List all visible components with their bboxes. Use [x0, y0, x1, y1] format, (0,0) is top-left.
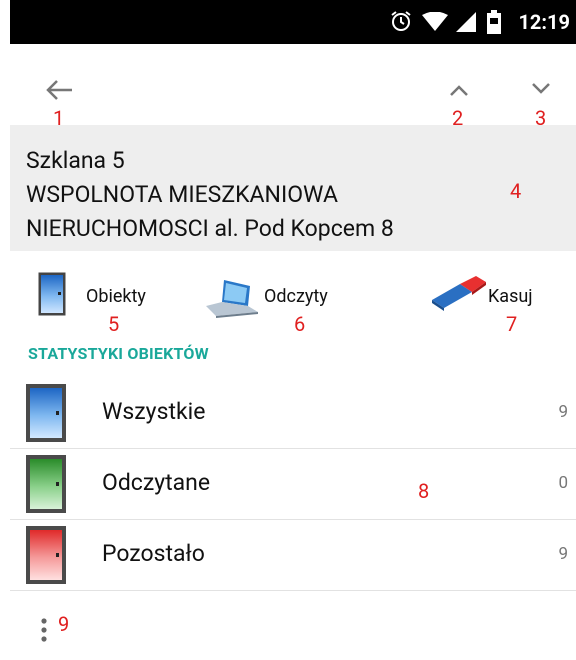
- objects-button[interactable]: Obiekty 5: [38, 266, 178, 336]
- more-vert-icon[interactable]: [36, 616, 52, 648]
- laptop-icon: [206, 280, 258, 318]
- row-count: 9: [558, 544, 568, 564]
- header-line-3: NIERUCHOMOSCI al. Pod Kopcem 8: [26, 215, 394, 242]
- status-bar: 12:19: [10, 0, 576, 44]
- signal-icon: [456, 12, 476, 32]
- annotation-5: 5: [108, 312, 120, 336]
- eraser-icon: [432, 276, 486, 311]
- door-blue-icon: [38, 272, 66, 316]
- chevron-down-icon[interactable]: [530, 80, 552, 96]
- annotation-8: 8: [418, 479, 430, 503]
- row-label: Odczytane: [102, 469, 211, 496]
- wifi-icon: [422, 12, 448, 31]
- door-green-icon: [26, 455, 66, 513]
- clear-label: Kasuj: [488, 286, 533, 307]
- header-line-2: WSPOLNOTA MIESZKANIOWA: [26, 181, 338, 208]
- readings-label: Odczyty: [264, 286, 328, 307]
- battery-icon: [487, 10, 501, 34]
- row-label: Pozostało: [102, 540, 205, 567]
- clear-button[interactable]: Kasuj 7: [430, 266, 550, 336]
- row-count: 9: [558, 402, 568, 422]
- annotation-9: 9: [58, 612, 70, 636]
- back-arrow-icon[interactable]: [44, 78, 74, 102]
- readings-button[interactable]: Odczyty 6: [206, 266, 356, 336]
- annotation-4: 4: [510, 179, 522, 203]
- objects-label: Obiekty: [86, 286, 146, 307]
- door-blue-icon: [26, 384, 66, 442]
- annotation-6: 6: [294, 312, 306, 336]
- door-red-icon: [26, 526, 66, 584]
- chevron-up-icon[interactable]: [448, 82, 470, 98]
- row-label: Wszystkie: [102, 398, 206, 425]
- list-item[interactable]: Pozostało 9: [10, 520, 576, 591]
- object-header[interactable]: Szklana 5 WSPOLNOTA MIESZKANIOWA NIERUCH…: [10, 125, 576, 251]
- header-line-1: Szklana 5: [26, 147, 125, 174]
- list-item[interactable]: Odczytane 0 8: [10, 449, 576, 520]
- row-count: 0: [558, 473, 568, 493]
- section-title: STATYSTYKI OBIEKTÓW: [28, 344, 209, 363]
- alarm-icon: [391, 11, 411, 31]
- status-time: 12:19: [518, 10, 570, 34]
- list-item[interactable]: Wszystkie 9: [10, 378, 576, 449]
- annotation-7: 7: [506, 312, 518, 336]
